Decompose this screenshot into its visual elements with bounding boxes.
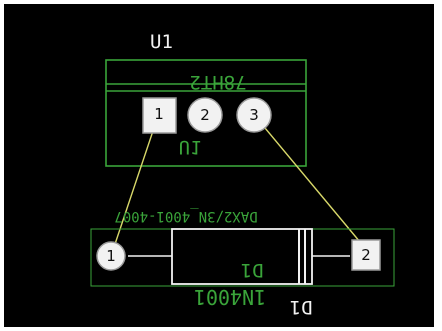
d1-pad-2-number: 2 xyxy=(361,246,371,264)
u1-body-label: U1 xyxy=(179,136,202,158)
u1-body-label-group: U1 xyxy=(179,136,202,158)
u1-value-label-group: 78HT2 xyxy=(189,71,246,93)
u1-pad-1[interactable]: 1 xyxy=(142,97,177,134)
d1-pad-2[interactable]: 2 xyxy=(351,239,381,271)
d1-footprint-text-group: DAX2/3N_4001-4007 xyxy=(114,208,257,224)
u1-pad-3[interactable]: 3 xyxy=(236,97,272,133)
d1-body-label: D1 xyxy=(241,259,264,281)
d1-body-label-group: D1 xyxy=(241,259,264,281)
d1-pad-1[interactable]: 1 xyxy=(96,241,126,271)
d1-value-label-group: 1N4001 xyxy=(194,285,266,309)
u1-refdes-label: U1 xyxy=(150,31,173,53)
u1-pad-2[interactable]: 2 xyxy=(187,97,223,133)
d1-refdes-label-group: D1 xyxy=(290,296,313,318)
d1-value-label: 1N4001 xyxy=(194,285,266,309)
d1-pad-1-number: 1 xyxy=(106,247,116,265)
d1-footprint-text: DAX2/3N_4001-4007 xyxy=(114,208,257,224)
u1-value-label: 78HT2 xyxy=(189,71,246,93)
pcb-canvas: U1 78HT2 U1 1 2 3 DAX2/3N_4001-4007 D1 1… xyxy=(0,0,442,331)
d1-refdes-label: D1 xyxy=(290,296,313,318)
pcb-layout-svg: U1 78HT2 U1 1 2 3 DAX2/3N_4001-4007 D1 1… xyxy=(0,0,442,331)
u1-pad-3-number: 3 xyxy=(249,106,259,124)
u1-pad-2-number: 2 xyxy=(200,106,210,124)
u1-pad-1-number: 1 xyxy=(154,105,164,123)
